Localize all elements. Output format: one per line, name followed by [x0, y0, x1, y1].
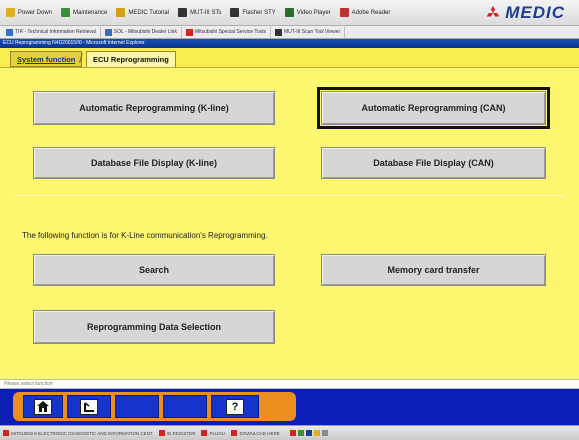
doc-icon: [104, 28, 112, 36]
taskbar-item[interactable]: ID REGISTER: [158, 430, 196, 436]
app-toolbar: Power Down Maintenance MEDIC Tutorial MU…: [0, 0, 579, 26]
home-button[interactable]: [23, 395, 63, 418]
taskbar: MITSUBISHI ELECTRONIC DIAGNOSTIC AND INF…: [0, 425, 579, 440]
auto-reprogramming-can-button[interactable]: Automatic Reprogramming (CAN): [317, 87, 550, 129]
mitsubishi-diamonds-icon: [486, 6, 500, 17]
link-label: Mitsubishi Special Service Tools: [194, 29, 267, 35]
toolbar-mut-iii[interactable]: MUT-III STs: [178, 8, 221, 17]
monitor-icon: [230, 8, 240, 17]
bottom-nav-bar: ?: [0, 389, 579, 425]
taskbar-label: PLUGLI: [209, 430, 226, 436]
kline-notice: The following function is for K-Line com…: [22, 231, 268, 240]
link-label: TIR - Technical Information Retrieval: [15, 29, 96, 35]
link-special-tools[interactable]: Mitsubishi Special Service Tools: [182, 26, 272, 38]
home-icon: [34, 398, 52, 415]
tab-ecu-reprogramming[interactable]: ECU Reprogramming: [86, 51, 176, 67]
search-button[interactable]: Search: [33, 254, 275, 286]
link-tir[interactable]: TIR - Technical Information Retrieval: [2, 26, 101, 38]
taskbar-label: MITSUBISHI ELECTRONIC DIAGNOSTIC AND INF…: [11, 430, 153, 436]
help-button[interactable]: ?: [211, 395, 259, 418]
toolbar-video-player[interactable]: Video Player: [284, 8, 331, 17]
taskbar-item[interactable]: MITSUBISHI ELECTRONIC DIAGNOSTIC AND INF…: [3, 430, 153, 436]
tray-icon[interactable]: [321, 430, 328, 436]
memory-card-transfer-button[interactable]: Memory card transfer: [321, 254, 546, 286]
help-label: ?: [231, 400, 239, 413]
toolbar-flasher[interactable]: Flasher STY: [230, 8, 276, 17]
power-icon: [6, 8, 15, 17]
app-icon: [158, 430, 165, 436]
logo-text: MEDIC: [505, 3, 565, 22]
nav-slot-empty: [163, 395, 207, 418]
toolbar-label: Flasher STY: [242, 9, 276, 16]
toolbar-label: Power Down: [18, 9, 53, 16]
nav-slot-empty: [115, 395, 159, 418]
taskbar-item[interactable]: PLUGLI: [201, 430, 225, 436]
status-message: Please select function: [0, 379, 579, 389]
system-tray: [289, 430, 330, 436]
tray-icon[interactable]: [313, 430, 320, 436]
toolbar-label: Maintenance: [73, 9, 108, 16]
database-file-kline-button[interactable]: Database File Display (K-line): [33, 147, 275, 179]
toolbar-label: MEDIC Tutorial: [128, 9, 170, 16]
wrench-icon: [61, 8, 71, 17]
reprogramming-data-selection-button[interactable]: Reprogramming Data Selection: [33, 310, 275, 344]
tab-divider: /: [79, 50, 83, 66]
toolbar-label: MUT-III STs: [190, 9, 222, 16]
toolbar-medic-tutorial[interactable]: MEDIC Tutorial: [116, 8, 169, 17]
link-label: SOL - Mitsubishi Dealer Link: [113, 29, 177, 35]
toolbar-adobe-reader[interactable]: Adobe Reader: [339, 8, 391, 17]
app-icon: [231, 430, 238, 436]
link-scan-tool-viewer[interactable]: MUT-III Scan Tool Viewer: [271, 26, 346, 38]
toolbar-power-down[interactable]: Power Down: [6, 8, 52, 17]
return-icon: [80, 398, 98, 415]
app-icon: [201, 430, 208, 436]
tab-system-function[interactable]: System function: [10, 51, 83, 67]
return-button[interactable]: [67, 395, 111, 418]
links-bar: TIR - Technical Information Retrieval SO…: [0, 26, 579, 39]
help-icon: ?: [226, 398, 244, 415]
tray-icon[interactable]: [305, 430, 312, 436]
doc-icon: [6, 28, 13, 36]
monitor-icon: [178, 8, 188, 17]
tab-row: System function / ECU Reprogramming: [0, 48, 579, 68]
taskbar-item[interactable]: DOWNLOAD HERE: [231, 430, 280, 436]
monitor-icon: [275, 28, 283, 36]
link-label: MUT-III Scan Tool Viewer: [284, 29, 341, 35]
nav-tray: ?: [13, 392, 296, 421]
document-icon: [339, 8, 349, 17]
window-title: ECU Reprogramming N4D2001500 - Microsoft…: [0, 39, 579, 48]
diamond-icon: [185, 28, 193, 36]
app-icon: [3, 430, 9, 436]
database-file-can-button[interactable]: Database File Display (CAN): [321, 147, 546, 179]
medic-logo: MEDIC: [486, 3, 565, 23]
house-icon: [284, 8, 294, 17]
main-panel: Automatic Reprogramming (K-line) Automat…: [0, 68, 579, 379]
taskbar-label: ID REGISTER: [166, 430, 196, 436]
tray-icon[interactable]: [289, 430, 296, 436]
link-sol[interactable]: SOL - Mitsubishi Dealer Link: [101, 26, 182, 38]
taskbar-label: DOWNLOAD HERE: [239, 430, 280, 436]
divider: [15, 195, 564, 196]
tray-icon[interactable]: [297, 430, 304, 436]
auto-reprogramming-kline-button[interactable]: Automatic Reprogramming (K-line): [33, 91, 275, 125]
toolbar-label: Adobe Reader: [351, 9, 391, 16]
toolbar-maintenance[interactable]: Maintenance: [61, 8, 107, 17]
check-icon: [116, 8, 126, 17]
toolbar-label: Video Player: [296, 9, 331, 16]
